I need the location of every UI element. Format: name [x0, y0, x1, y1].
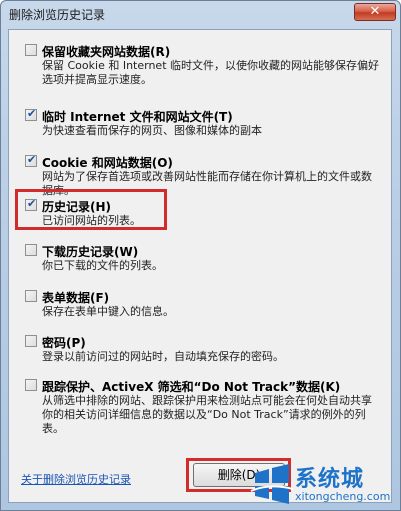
option-form-data[interactable]: 表单数据(F) 保存在表单中键入的信息。 — [25, 289, 380, 323]
option-label: 临时 Internet 文件和网站文件(T) — [42, 110, 233, 124]
checkbox-form-data[interactable] — [25, 290, 37, 302]
option-label: Cookie 和网站数据(O) — [42, 156, 173, 170]
history-highlight-box — [15, 189, 167, 230]
option-description: 从筛选中排除的网站、跟踪保护用来检测站点可能会在何处自动共享你的相关访问详细信息… — [42, 394, 372, 435]
option-label: 密码(P) — [42, 336, 86, 350]
close-icon: ✕ — [369, 4, 381, 19]
checkbox-cookies[interactable]: ✔ — [25, 153, 37, 167]
option-temp-files[interactable]: ✔ 临时 Internet 文件和网站文件(T) 为快速查看而保存的网页、图像和… — [25, 107, 380, 142]
option-tracking-protection[interactable]: 跟踪保护、ActiveX 筛选和“Do Not Track”数据(K) 从筛选中… — [25, 378, 380, 438]
option-download-history[interactable]: 下载历史记录(W) 你已下载的文件的列表。 — [25, 243, 380, 277]
option-preserve-favorites[interactable]: 保留收藏夹网站数据(R) 保留 Cookie 和 Internet 临时文件，以… — [25, 43, 380, 87]
about-delete-history-link[interactable]: 关于删除浏览历史记录 — [21, 471, 131, 487]
option-description: 为快速查看而保存的网页、图像和媒体的副本 — [42, 124, 262, 137]
close-button[interactable]: ✕ — [354, 3, 396, 21]
watermark-url: xitongcheng.com — [295, 490, 391, 503]
title-bar: 删除浏览历史记录 ✕ — [1, 1, 400, 27]
option-label: 跟踪保护、ActiveX 筛选和“Do Not Track”数据(K) — [42, 380, 341, 394]
checkbox-passwords[interactable] — [25, 335, 37, 347]
windows-logo-icon — [250, 464, 294, 504]
option-cookies[interactable]: ✔ Cookie 和网站数据(O) 网站为了保存首选项或改善网站性能而存储在你计… — [25, 153, 380, 197]
option-label: 保留收藏夹网站数据(R) — [42, 45, 171, 59]
option-description: 保存在表单中键入的信息。 — [42, 305, 174, 318]
option-description: 登录以前访问过的网站时，自动填充保存的密码。 — [42, 350, 284, 363]
checkbox-download-history[interactable] — [25, 244, 37, 256]
checkbox-tracking-protection[interactable] — [25, 379, 37, 391]
option-passwords[interactable]: 密码(P) 登录以前访问过的网站时，自动填充保存的密码。 — [25, 334, 380, 368]
checkbox-preserve-favorites[interactable] — [25, 44, 37, 56]
checkmark-icon: ✔ — [27, 107, 37, 120]
option-label: 下载历史记录(W) — [42, 245, 139, 259]
dialog-body: 保留收藏夹网站数据(R) 保留 Cookie 和 Internet 临时文件，以… — [8, 29, 392, 503]
watermark-name: 系统城 — [295, 467, 365, 492]
option-description: 保留 Cookie 和 Internet 临时文件，以使你收藏的网站能够保存偏好… — [42, 59, 379, 86]
option-description: 你已下载的文件的列表。 — [42, 259, 163, 272]
window-title: 删除浏览历史记录 — [9, 8, 106, 22]
delete-history-dialog: 删除浏览历史记录 ✕ 保留收藏夹网站数据(R) 保留 Cookie 和 Inte… — [0, 0, 401, 511]
checkmark-icon: ✔ — [27, 153, 37, 166]
site-watermark: 系统城 xitongcheng.com — [249, 457, 397, 509]
checkbox-temp-files[interactable]: ✔ — [25, 107, 37, 121]
option-label: 表单数据(F) — [42, 291, 110, 305]
